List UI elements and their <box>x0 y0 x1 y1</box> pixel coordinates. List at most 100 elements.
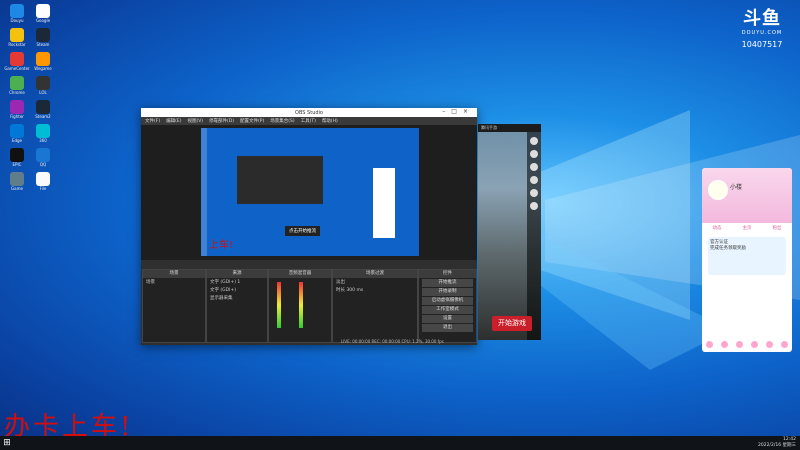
sources-header: 来源 <box>207 270 267 278</box>
desktop-icon[interactable]: LOL <box>30 76 56 96</box>
source-item[interactable]: 显示器采集 <box>207 294 267 302</box>
game-sidebar <box>527 132 541 340</box>
desktop-icon[interactable]: 360 <box>30 124 56 144</box>
menu-docks[interactable]: 停靠部件(D) <box>209 118 234 124</box>
desktop-icon[interactable]: Fighter <box>4 100 30 120</box>
app-icon <box>36 100 50 114</box>
source-item[interactable]: 文字 (GDI+) <box>207 286 267 294</box>
app-icon <box>36 124 50 138</box>
system-tray-clock[interactable]: 12:42 2022/2/16 星期三 <box>758 437 796 449</box>
app-icon <box>36 52 50 66</box>
bottom-icon[interactable] <box>781 341 788 348</box>
menu-edit[interactable]: 编辑(E) <box>166 118 181 124</box>
volume-meter[interactable] <box>277 282 281 328</box>
sidebar-icon[interactable] <box>530 163 538 171</box>
preview-badge: 点击开始推流 <box>285 226 320 236</box>
desktop-icon[interactable]: Douyu <box>4 4 30 24</box>
desktop-icon-label: Steam <box>36 42 50 47</box>
scene-item[interactable]: 场景 <box>143 278 205 286</box>
preview-canvas: 上车! 点击开始推流 <box>201 128 419 256</box>
phone-app-window[interactable]: 小楼 动态 主页 粉丝 官方认证 完成任务领取奖励 <box>702 168 792 352</box>
menu-scene-collection[interactable]: 场景集合(S) <box>270 118 294 124</box>
desktop-icon-label: Google <box>35 18 51 23</box>
desktop-icon-label: Edge <box>11 138 23 143</box>
menu-file[interactable]: 文件(F) <box>145 118 160 124</box>
card-text: 完成任务领取奖励 <box>710 246 746 251</box>
scenes-header: 场景 <box>143 270 205 278</box>
preview-text: 上车! <box>209 240 234 251</box>
desktop-icon[interactable]: Chrome <box>4 76 30 96</box>
duration-value[interactable]: 300 ms <box>346 288 363 293</box>
desktop-icon[interactable]: Edge <box>4 124 30 144</box>
menu-help[interactable]: 帮助(H) <box>322 118 338 124</box>
sidebar-icon[interactable] <box>530 176 538 184</box>
sidebar-icon[interactable] <box>530 189 538 197</box>
sidebar-icon[interactable] <box>530 202 538 210</box>
window-controls[interactable]: –□× <box>442 108 474 115</box>
clock-date: 2022/2/16 星期三 <box>757 443 796 448</box>
bottom-icon[interactable] <box>751 341 758 348</box>
tab-home[interactable]: 主页 <box>743 225 752 231</box>
desktop-icon[interactable]: Google <box>30 4 56 24</box>
game-titlebar[interactable]: 腾讯手游 <box>478 124 541 132</box>
game-window[interactable]: 腾讯手游 开始游戏 <box>478 124 541 340</box>
source-item[interactable]: 文字 (GDI+) 1 <box>207 278 267 286</box>
desktop-icon[interactable]: EPIC <box>4 148 30 168</box>
exit-button[interactable]: 退出 <box>422 324 473 332</box>
avatar <box>708 180 728 200</box>
app-icon <box>36 76 50 90</box>
desktop-icon[interactable]: GameCenter <box>4 52 30 72</box>
app-icon <box>10 28 24 42</box>
menu-tools[interactable]: 工具(T) <box>301 118 316 124</box>
tab-fans[interactable]: 粉丝 <box>773 225 782 231</box>
desktop-icon[interactable]: Steam <box>30 28 56 48</box>
mixer-header: 音频混音器 <box>269 270 331 278</box>
desktop-icon[interactable]: QQ <box>30 148 56 168</box>
taskbar: ⊞ 12:42 2022/2/16 星期三 <box>0 436 800 450</box>
bottom-icon[interactable] <box>706 341 713 348</box>
room-id: 10407517 <box>741 40 783 49</box>
sidebar-icon[interactable] <box>530 137 538 145</box>
start-recording-button[interactable]: 开始录制 <box>422 288 473 296</box>
douyu-logo: 斗鱼 <box>743 8 781 29</box>
volume-meter[interactable] <box>299 282 303 328</box>
tab-dynamic[interactable]: 动态 <box>713 225 722 231</box>
desktop-icon[interactable]: Game <box>4 172 30 192</box>
transitions-header: 场景过渡 <box>333 270 417 278</box>
desktop-icon-label: Fighter <box>10 114 24 119</box>
duration-label: 时长 <box>336 288 345 293</box>
bottom-icon[interactable] <box>736 341 743 348</box>
app-icon <box>10 100 24 114</box>
desktop-icon-label: EPIC <box>12 162 22 167</box>
desktop-icon-label: GameCenter <box>4 66 30 71</box>
douyu-watermark: 斗鱼 DOUYU.COM 10407517 <box>732 4 792 49</box>
sidebar-icon[interactable] <box>530 150 538 158</box>
desktop-icon[interactable]: Steam2 <box>30 100 56 120</box>
transitions-panel: 场景过渡 淡出 时长 300 ms <box>332 269 418 343</box>
desktop-icon-label: Wegame <box>34 66 52 71</box>
promo-card[interactable]: 官方认证 完成任务领取奖励 <box>708 237 786 275</box>
app-icon <box>10 124 24 138</box>
settings-button[interactable]: 设置 <box>422 315 473 323</box>
bottom-icon[interactable] <box>721 341 728 348</box>
studio-mode-button[interactable]: 工作室模式 <box>422 306 473 314</box>
obs-titlebar[interactable]: OBS Studio –□× <box>141 108 477 117</box>
app-icon <box>10 76 24 90</box>
obs-preview[interactable]: 上车! 点击开始推流 <box>141 125 477 260</box>
phone-bottom-icons <box>706 341 788 348</box>
windows-start-icon[interactable]: ⊞ <box>0 436 14 450</box>
desktop-icon-label: Chrome <box>9 90 25 95</box>
obs-dock: 场景 场景 来源 文字 (GDI+) 1 文字 (GDI+) 显示器采集 音频混… <box>141 260 477 345</box>
start-streaming-button[interactable]: 开始推流 <box>422 279 473 287</box>
desktop-icon[interactable]: File <box>30 172 56 192</box>
menu-profile[interactable]: 配置文件(P) <box>240 118 264 124</box>
desktop-icon[interactable]: Rockstar <box>4 28 30 48</box>
virtual-camera-button[interactable]: 启动虚拟摄像机 <box>422 297 473 305</box>
obs-window[interactable]: OBS Studio –□× 文件(F) 编辑(E) 视图(V) 停靠部件(D)… <box>141 108 477 345</box>
start-game-button[interactable]: 开始游戏 <box>492 316 532 331</box>
bottom-icon[interactable] <box>766 341 773 348</box>
transition-select[interactable]: 淡出 <box>333 278 417 286</box>
app-icon <box>36 4 50 18</box>
menu-view[interactable]: 视图(V) <box>187 118 203 124</box>
desktop-icon[interactable]: Wegame <box>30 52 56 72</box>
